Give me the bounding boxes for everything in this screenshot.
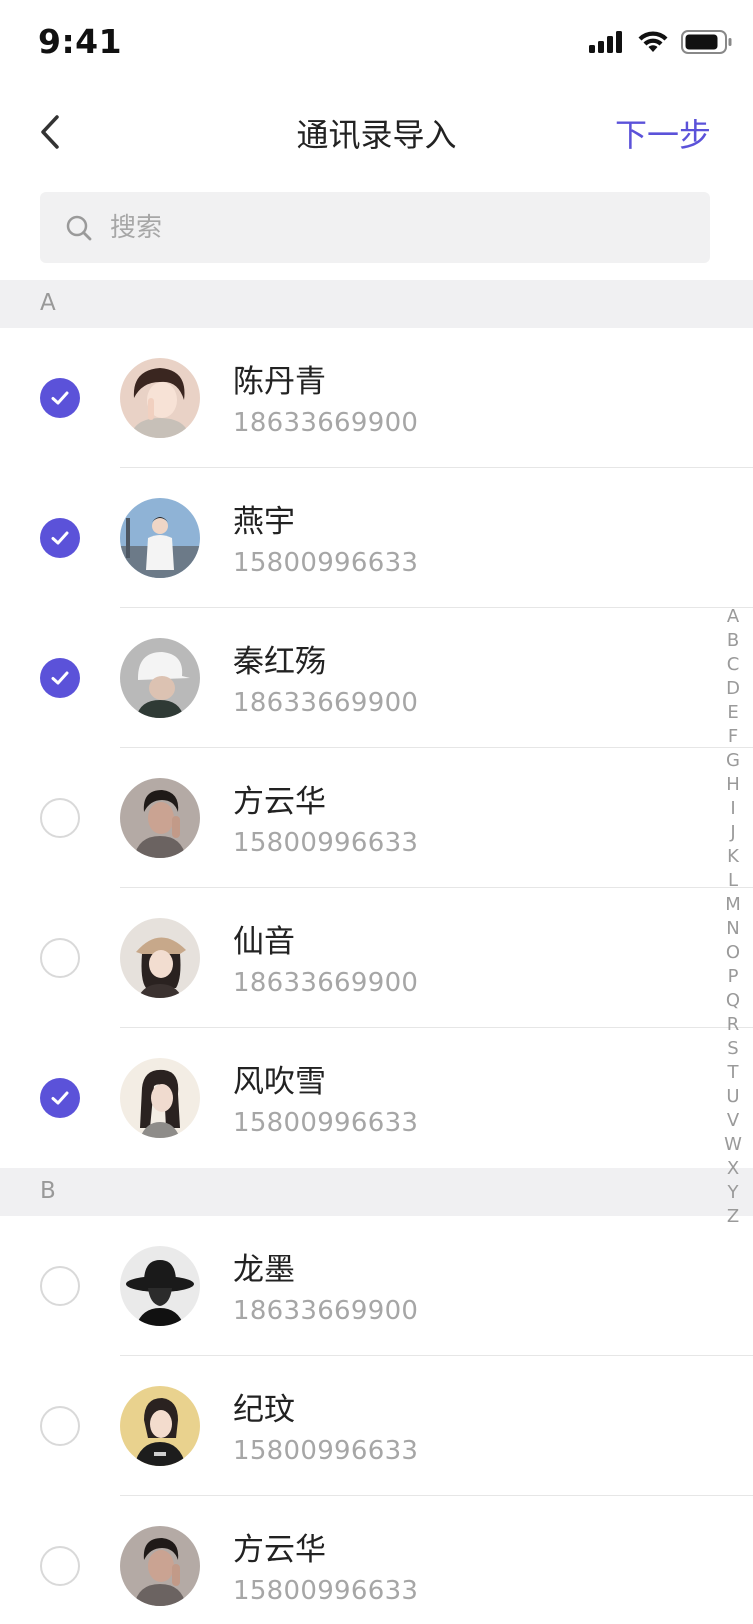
section-header-a: A <box>0 280 753 328</box>
alphabet-index-letter[interactable]: A <box>727 605 739 629</box>
contact-row[interactable]: 方云华 15800996633 <box>0 748 753 888</box>
status-icons <box>589 30 733 54</box>
status-bar: 9:41 <box>0 0 753 90</box>
status-time: 9:41 <box>38 22 123 61</box>
alphabet-index-letter[interactable]: H <box>726 773 740 797</box>
contact-phone: 15800996633 <box>233 1576 419 1606</box>
contact-name: 燕宇 <box>233 504 295 540</box>
alphabet-index-letter[interactable]: G <box>726 749 740 773</box>
next-step-button[interactable]: 下一步 <box>615 110 711 156</box>
contact-row[interactable]: 仙音 18633669900 <box>0 888 753 1028</box>
cellular-signal-icon <box>589 31 622 53</box>
alphabet-index-letter[interactable]: B <box>727 629 739 653</box>
alphabet-index-letter[interactable]: Q <box>726 989 740 1013</box>
search-input[interactable] <box>108 211 672 244</box>
alphabet-index[interactable]: ABCDEFGHIJKLMNOPQRSTUVWXYZ <box>722 605 744 1229</box>
contact-phone: 18633669900 <box>233 408 419 438</box>
checkbox-unchecked[interactable] <box>40 938 80 978</box>
alphabet-index-letter[interactable]: Z <box>727 1205 739 1229</box>
alphabet-index-letter[interactable]: X <box>727 1157 739 1181</box>
alphabet-index-letter[interactable]: N <box>726 917 739 941</box>
contact-phone: 18633669900 <box>233 688 419 718</box>
contact-row[interactable]: 龙墨 18633669900 <box>0 1216 753 1356</box>
checkbox-unchecked[interactable] <box>40 1266 80 1306</box>
alphabet-index-letter[interactable]: D <box>726 677 740 701</box>
avatar <box>120 1058 200 1138</box>
battery-icon <box>681 30 732 54</box>
avatar <box>120 358 200 438</box>
avatar <box>120 1246 200 1326</box>
contact-name: 方云华 <box>233 1532 326 1568</box>
contact-name: 龙墨 <box>233 1252 295 1288</box>
alphabet-index-letter[interactable]: R <box>727 1013 740 1037</box>
contact-name: 仙音 <box>233 924 295 960</box>
checkbox-checked[interactable] <box>40 658 80 698</box>
section-letter: A <box>40 290 56 316</box>
contact-phone: 15800996633 <box>233 828 419 858</box>
alphabet-index-letter[interactable]: L <box>728 869 738 893</box>
avatar <box>120 1386 200 1466</box>
check-icon <box>51 391 69 405</box>
contact-phone: 18633669900 <box>233 1296 419 1326</box>
checkbox-unchecked[interactable] <box>40 1546 80 1586</box>
alphabet-index-letter[interactable]: O <box>726 941 740 965</box>
alphabet-index-letter[interactable]: F <box>728 725 738 749</box>
contact-row[interactable]: 纪玟 15800996633 <box>0 1356 753 1496</box>
checkbox-checked[interactable] <box>40 518 80 558</box>
section-letter: B <box>40 1178 56 1204</box>
alphabet-index-letter[interactable]: U <box>726 1085 739 1109</box>
check-icon <box>51 531 69 545</box>
contact-row[interactable]: 风吹雪 15800996633 <box>0 1028 753 1168</box>
contact-name: 纪玟 <box>233 1392 295 1428</box>
avatar <box>120 498 200 578</box>
contact-phone: 15800996633 <box>233 1108 419 1138</box>
alphabet-index-letter[interactable]: K <box>727 845 739 869</box>
alphabet-index-letter[interactable]: W <box>724 1133 742 1157</box>
contact-row[interactable]: 方云华 15800996633 <box>0 1496 753 1624</box>
checkbox-checked[interactable] <box>40 378 80 418</box>
contact-name: 风吹雪 <box>233 1064 326 1100</box>
avatar <box>120 778 200 858</box>
avatar <box>120 1526 200 1606</box>
contacts-import-screen: 9:41 通讯录导入 下一步 搜索 A 陈丹青 18633669900 燕宇 1… <box>0 0 753 1624</box>
contact-phone: 18633669900 <box>233 968 419 998</box>
alphabet-index-letter[interactable]: E <box>727 701 738 725</box>
search-icon <box>64 213 94 243</box>
contact-row[interactable]: 燕宇 15800996633 <box>0 468 753 608</box>
section-header-b: B <box>0 1168 753 1216</box>
contact-name: 陈丹青 <box>233 364 326 400</box>
contact-phone: 15800996633 <box>233 1436 419 1466</box>
check-icon <box>51 1091 69 1105</box>
avatar <box>120 638 200 718</box>
checkbox-unchecked[interactable] <box>40 798 80 838</box>
alphabet-index-letter[interactable]: T <box>728 1061 739 1085</box>
alphabet-index-letter[interactable]: V <box>727 1109 739 1133</box>
alphabet-index-letter[interactable]: M <box>725 893 741 917</box>
nav-bar: 通讯录导入 下一步 <box>0 92 753 172</box>
wifi-icon <box>638 31 668 52</box>
search-bar[interactable] <box>40 192 710 263</box>
alphabet-index-letter[interactable]: C <box>727 653 740 677</box>
contact-name: 秦红殇 <box>233 644 326 680</box>
contact-name: 方云华 <box>233 784 326 820</box>
checkbox-checked[interactable] <box>40 1078 80 1118</box>
alphabet-index-letter[interactable]: J <box>730 821 735 845</box>
alphabet-index-letter[interactable]: S <box>727 1037 738 1061</box>
checkbox-unchecked[interactable] <box>40 1406 80 1446</box>
contact-phone: 15800996633 <box>233 548 419 578</box>
alphabet-index-letter[interactable]: I <box>730 797 735 821</box>
check-icon <box>51 671 69 685</box>
avatar <box>120 918 200 998</box>
alphabet-index-letter[interactable]: Y <box>728 1181 739 1205</box>
alphabet-index-letter[interactable]: P <box>728 965 739 989</box>
contact-row[interactable]: 陈丹青 18633669900 <box>0 328 753 468</box>
contact-row[interactable]: 秦红殇 18633669900 <box>0 608 753 748</box>
